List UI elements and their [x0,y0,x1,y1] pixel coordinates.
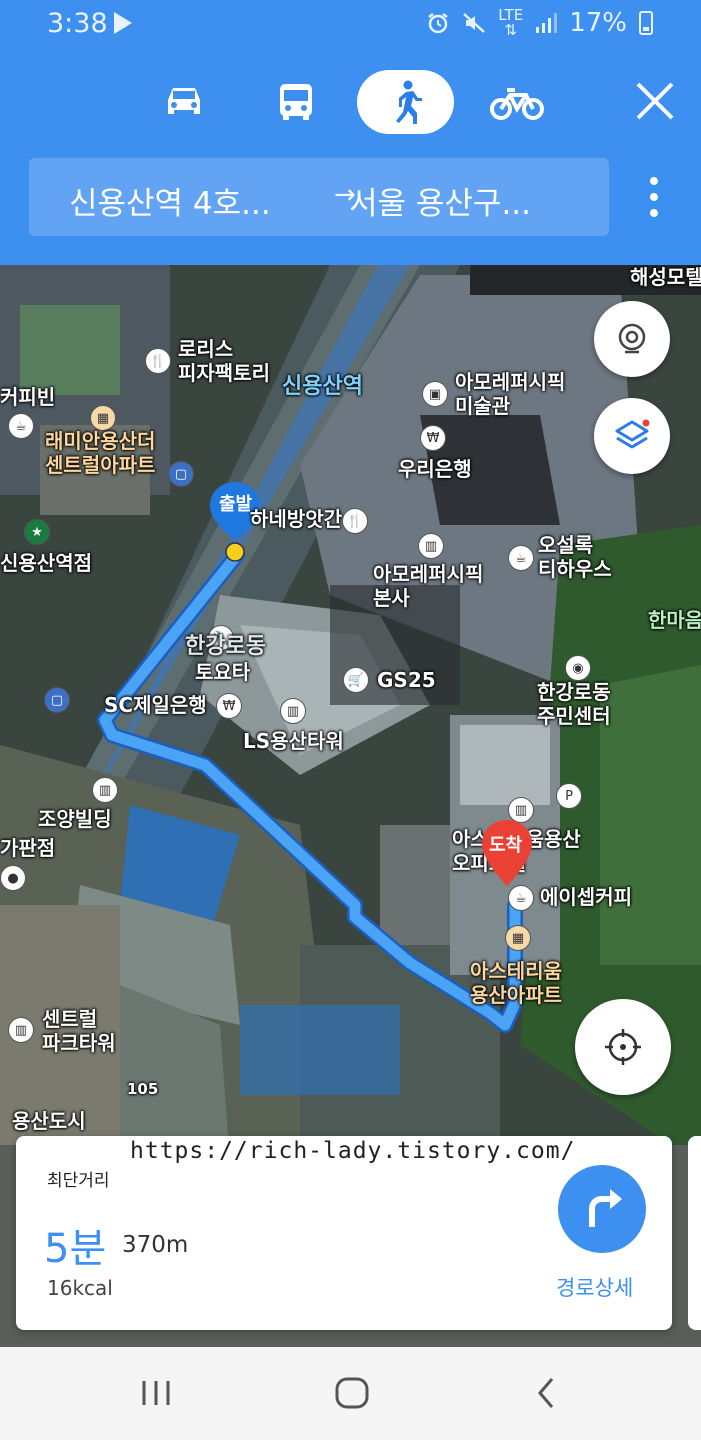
office-icon[interactable]: ▥ [418,533,444,559]
watermark-text: https://rich-lady.tistory.com/ [130,1138,576,1164]
walk-icon [395,80,422,124]
street-view-button[interactable] [594,301,670,377]
route-origin[interactable]: 신용산역 4호... [69,178,271,223]
office-icon[interactable]: ▥ [280,698,306,724]
office-icon[interactable]: ▥ [8,1017,34,1043]
bank-icon[interactable]: ₩ [216,693,242,719]
government-icon[interactable]: ◉ [565,655,591,681]
map-label-ace-coffee[interactable]: 에이셉커피 [540,885,632,909]
map-label-amore-hq[interactable]: 아모레퍼시픽 본사 [373,562,483,610]
layers-icon [615,419,650,449]
route-summary-bar[interactable]: 신용산역 4호... → 서울 용산구... [29,158,609,236]
map-label-raemian[interactable]: 래미안용산더 센트럴아파트 [45,429,155,477]
directions-header: 3:38 LTE ⇅ 17% 신용산역 4호... → 서울 용산구... [0,0,701,265]
apartment-icon[interactable]: ▦ [505,925,531,951]
route-summary-card[interactable]: 최단거리 5분 370m 16kcal 경로상세 [16,1136,672,1330]
restaurant-icon[interactable]: 🍴 [145,348,171,374]
map-label-woori[interactable]: 우리은행 [398,457,472,481]
transport-mode-tabs [0,70,701,134]
route-details-button[interactable] [558,1165,646,1253]
map-label-osulloc[interactable]: 오설록 티하우스 [538,533,612,581]
cafe-icon[interactable]: ☕ [508,545,534,571]
map-label-joyang[interactable]: 조양빌딩 [38,807,112,831]
restaurant-icon[interactable]: 🍴 [342,508,368,534]
car-icon [168,88,200,114]
map-label-gapanjeom[interactable]: 가판점 [0,836,55,860]
bike-icon [490,88,544,120]
back-icon[interactable] [532,1373,562,1413]
map-label-coffeebean[interactable]: 커피빈 [0,385,55,409]
play-store-icon [114,12,132,34]
my-location-button[interactable] [575,999,671,1095]
map-label-hanmaeum[interactable]: 한마음 [648,608,701,632]
route-destination[interactable]: 서울 용산구... [349,178,531,223]
tab-bus[interactable] [272,70,320,134]
route-type-label: 최단거리 [47,1171,110,1191]
turn-right-icon [589,1189,622,1227]
apartment-icon[interactable]: ▦ [90,405,116,431]
bank-icon[interactable]: ₩ [420,425,446,451]
tab-bike[interactable] [490,70,544,134]
map-label-yongsan-dosi[interactable]: 용산도시 [12,1109,86,1133]
alarm-icon [428,13,449,34]
route-duration: 5분 [44,1226,107,1272]
next-route-card-peek[interactable] [688,1136,701,1330]
recent-apps-icon[interactable] [140,1373,172,1413]
map-label-hanebang[interactable]: 하네방앗간 [250,507,342,531]
status-icons: LTE ⇅ 17% [426,8,653,38]
route-details-label[interactable]: 경로상세 [556,1272,633,1302]
system-navigation-bar [0,1347,701,1440]
status-time: 3:38 [47,8,108,39]
bus-stop-icon[interactable]: ▢ [168,461,194,487]
street-view-icon [618,323,646,354]
map-label-gs25[interactable]: GS25 [377,668,436,692]
map-label-haeseong[interactable]: 해성모텔 [630,265,701,289]
map-label-hangangrodong-area[interactable]: 한강로동 [185,635,266,659]
signal-icon [536,13,558,33]
map-label-road-105: 105 [127,1080,159,1098]
map-label-sinyongsan-station[interactable]: 신용산역 [282,375,363,399]
close-icon[interactable] [632,78,678,124]
office-icon[interactable]: ▥ [92,777,118,803]
cafe-icon[interactable]: ☕ [508,885,534,911]
map-label-amore-museum[interactable]: 아모레퍼시픽 미술관 [455,370,565,418]
start-marker-label: 출발 [219,494,253,515]
tab-walk[interactable] [357,70,454,134]
bus-icon [280,84,312,120]
map-label-sc-bank[interactable]: SC제일은행 [104,693,207,717]
home-icon[interactable] [334,1373,370,1413]
bus-stop-icon[interactable]: ▢ [44,687,70,713]
more-options-icon[interactable] [640,175,668,219]
map-label-toyota[interactable]: 토요타 [195,660,250,684]
cafe-icon[interactable]: ☕ [8,413,34,439]
map-label-ls-tower[interactable]: LS용산타워 [243,729,344,753]
destination-marker-label: 도착 [489,835,523,856]
map-label-astelle-apt[interactable]: 아스테리움 용산아파트 [470,959,562,1007]
route-distance: 370m [122,1232,189,1258]
map-label-lorris[interactable]: 로리스 피자팩토리 [178,337,270,385]
route-calories: 16kcal [47,1276,113,1300]
convenience-store-icon[interactable]: 🛒 [343,667,369,693]
battery-percent: 17% [569,8,627,38]
place-icon[interactable]: ● [0,865,26,891]
museum-icon[interactable]: ▣ [422,381,448,407]
lte-indicator: LTE ⇅ [498,6,524,39]
map-label-central-park[interactable]: 센트럴 파크타워 [42,1007,116,1055]
mute-icon [463,13,486,33]
parking-icon[interactable]: P [556,783,582,809]
tab-car[interactable] [160,70,208,134]
battery-icon [639,11,653,35]
status-bar: 3:38 LTE ⇅ 17% [0,0,701,50]
map-label-sinyongsan-entrance[interactable]: 신용산역점 [0,551,92,575]
crosshair-icon [605,1029,641,1065]
starbucks-icon[interactable]: ★ [24,519,50,545]
map-label-community-center[interactable]: 한강로동 주민센터 [537,680,611,728]
layers-button[interactable] [594,398,670,474]
